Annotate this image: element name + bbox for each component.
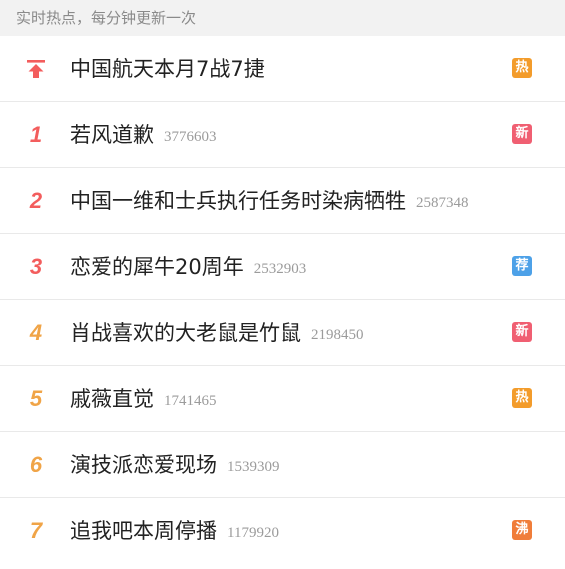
hot-search-item-pinned[interactable]: 中国航天本月7战7捷 热: [0, 36, 565, 102]
hot-search-item[interactable]: 3 恋爱的犀牛20周年 2532903 荐: [0, 234, 565, 300]
rank-number: 6: [29, 452, 43, 477]
hot-badge: 热: [512, 58, 532, 78]
search-count: 2198450: [311, 327, 364, 343]
new-badge: 新: [512, 124, 532, 144]
list-item-title: 戚薇直觉 1741465: [70, 387, 217, 411]
search-count: 2532903: [253, 261, 307, 277]
rank-number: 1: [29, 122, 43, 147]
rank-number: 3: [29, 254, 43, 279]
list-item-title: 中国航天本月7战7捷: [70, 57, 265, 81]
list-item-title: 若风道歉 3776603: [70, 123, 217, 147]
list-item-title: 追我吧本周停播 1179920: [70, 519, 279, 543]
list-item-title: 演技派恋爱现场 1539309: [70, 453, 280, 477]
hot-search-item[interactable]: 5 戚薇直觉 1741465 热: [0, 366, 565, 432]
rank-number: 5: [29, 386, 43, 411]
hot-search-item[interactable]: 6 演技派恋爱现场 1539309: [0, 432, 565, 498]
search-count: 1179920: [227, 525, 279, 541]
hot-search-header: 实时热点，每分钟更新一次: [0, 0, 565, 36]
hot-search-item[interactable]: 2 中国一维和士兵执行任务时染病牺牲 2587348: [0, 168, 565, 234]
list-item-title: 中国一维和士兵执行任务时染病牺牲 2587348: [70, 189, 469, 213]
rank-number: 2: [29, 188, 43, 213]
search-count: 1539309: [227, 459, 280, 475]
hot-badge: 热: [512, 388, 532, 408]
rank-number: 7: [29, 518, 43, 543]
search-count: 3776603: [164, 129, 217, 145]
hot-search-list: 中国航天本月7战7捷 热 1 若风道歉 3776603 新 2 中国一维和士兵执行…: [0, 36, 565, 564]
rank-number: 4: [29, 320, 43, 345]
recommend-badge: 荐: [512, 256, 532, 276]
search-count: 2587348: [416, 195, 469, 211]
new-badge: 新: [512, 322, 532, 342]
list-item-title: 恋爱的犀牛20周年 2532903: [70, 255, 307, 279]
boil-badge: 沸: [512, 520, 532, 540]
search-count: 1741465: [164, 393, 217, 409]
hot-search-item[interactable]: 4 肖战喜欢的大老鼠是竹鼠 2198450 新: [0, 300, 565, 366]
list-item-title: 肖战喜欢的大老鼠是竹鼠 2198450: [70, 321, 364, 345]
hot-search-item[interactable]: 7 追我吧本周停播 1179920 沸: [0, 498, 565, 564]
pin-top-icon: [22, 36, 50, 102]
hot-search-item[interactable]: 1 若风道歉 3776603 新: [0, 102, 565, 168]
